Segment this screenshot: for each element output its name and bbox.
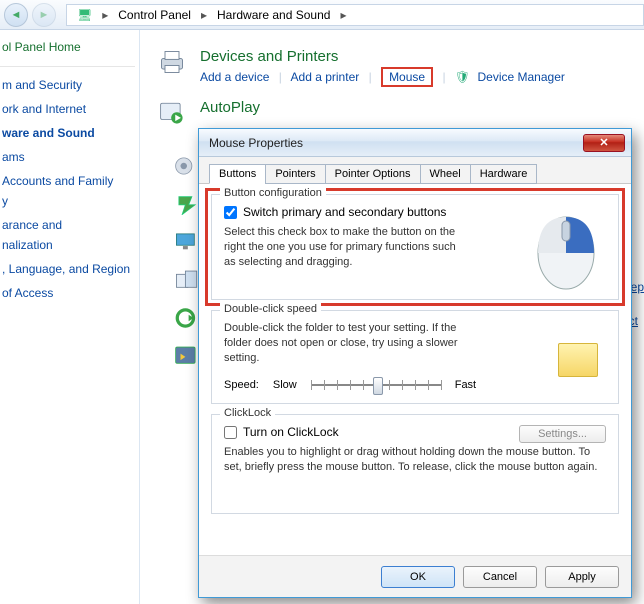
switch-buttons-checkbox[interactable] xyxy=(224,206,237,219)
slow-label: Slow xyxy=(273,379,297,391)
sidebar-item-programs[interactable]: ams xyxy=(0,145,135,169)
speed-label: Speed: xyxy=(224,379,259,391)
dblclick-speed-slider[interactable] xyxy=(311,374,441,396)
crumb-control-panel[interactable]: Control Panel xyxy=(114,6,195,24)
group-double-click-speed: Double-click speed Double-click the fold… xyxy=(211,310,619,404)
add-device-link[interactable]: Add a device xyxy=(200,70,269,84)
dialog-titlebar[interactable]: Mouse Properties ✕ xyxy=(199,129,631,157)
mouse-image xyxy=(526,209,606,289)
sidebar-item-safety[interactable]: y xyxy=(0,189,135,213)
button-config-desc: Select this check box to make the button… xyxy=(224,225,464,270)
mouse-link[interactable]: Mouse xyxy=(389,70,425,84)
section-devices-printers: Devices and Printers Add a device | Add … xyxy=(158,48,636,87)
sidebar-item-network-internet[interactable]: ork and Internet xyxy=(0,97,135,121)
add-printer-link[interactable]: Add a printer xyxy=(291,70,360,84)
back-button[interactable]: ◄ xyxy=(4,3,28,27)
sidebar-item-personalization[interactable]: nalization xyxy=(0,233,135,257)
tab-pointers[interactable]: Pointers xyxy=(265,164,325,184)
sidebar-item-hardware-sound[interactable]: ware and Sound xyxy=(0,121,135,145)
highlight-mouse: Mouse xyxy=(381,67,433,87)
folder-icon[interactable] xyxy=(558,343,598,377)
dialog-title: Mouse Properties xyxy=(209,136,583,150)
dblclick-legend: Double-click speed xyxy=(220,303,321,315)
tab-strip: Buttons Pointers Pointer Options Wheel H… xyxy=(199,157,631,184)
tab-body: Button configuration Switch primary and … xyxy=(199,184,631,532)
cancel-button[interactable]: Cancel xyxy=(463,566,537,588)
button-config-legend: Button configuration xyxy=(220,187,326,199)
ok-button[interactable]: OK xyxy=(381,566,455,588)
group-clicklock: ClickLock Settings... Turn on ClickLock … xyxy=(211,414,619,514)
group-button-configuration: Button configuration Switch primary and … xyxy=(211,194,619,300)
device-manager-link[interactable]: Device Manager xyxy=(477,70,564,84)
clicklock-label: Turn on ClickLock xyxy=(243,425,339,439)
section-autoplay: AutoPlay xyxy=(158,99,636,127)
autoplay-title[interactable]: AutoPlay xyxy=(200,99,260,116)
shield-icon: 🛡 xyxy=(455,70,470,84)
clicklock-desc: Enables you to highlight or drag without… xyxy=(224,445,604,475)
breadcrumb[interactable]: 🖥 ▸ Control Panel ▸ Hardware and Sound ▸ xyxy=(66,4,644,26)
tab-hardware[interactable]: Hardware xyxy=(470,164,538,184)
tab-buttons[interactable]: Buttons xyxy=(209,164,266,184)
clicklock-checkbox[interactable] xyxy=(224,426,237,439)
address-bar: ◄ ► 🖥 ▸ Control Panel ▸ Hardware and Sou… xyxy=(0,0,644,30)
control-panel-sidebar: ol Panel Home m and Security ork and Int… xyxy=(0,30,140,604)
sidebar-item-system-security[interactable]: m and Security xyxy=(0,73,135,97)
close-icon: ✕ xyxy=(599,136,608,149)
switch-buttons-label: Switch primary and secondary buttons xyxy=(243,205,446,219)
fast-label: Fast xyxy=(455,379,476,391)
sidebar-item-ease-of-access[interactable]: of Access xyxy=(0,281,135,305)
apply-button[interactable]: Apply xyxy=(545,566,619,588)
devices-printers-title[interactable]: Devices and Printers xyxy=(200,48,565,65)
dialog-footer: OK Cancel Apply xyxy=(199,555,631,597)
tab-wheel[interactable]: Wheel xyxy=(420,164,471,184)
clicklock-settings-button: Settings... xyxy=(519,425,606,443)
mouse-properties-dialog: Mouse Properties ✕ Buttons Pointers Poin… xyxy=(198,128,632,598)
close-button[interactable]: ✕ xyxy=(583,134,625,152)
crumb-hardware-sound[interactable]: Hardware and Sound xyxy=(213,6,334,24)
tab-pointer-options[interactable]: Pointer Options xyxy=(325,164,421,184)
dblclick-desc: Double-click the folder to test your set… xyxy=(224,321,484,366)
forward-button[interactable]: ► xyxy=(32,3,56,27)
autoplay-icon xyxy=(158,99,186,127)
control-panel-home-link[interactable]: ol Panel Home xyxy=(0,40,135,54)
clicklock-legend: ClickLock xyxy=(220,407,275,419)
printer-icon xyxy=(158,48,186,76)
sidebar-item-clock-language-region[interactable]: , Language, and Region xyxy=(0,257,135,281)
